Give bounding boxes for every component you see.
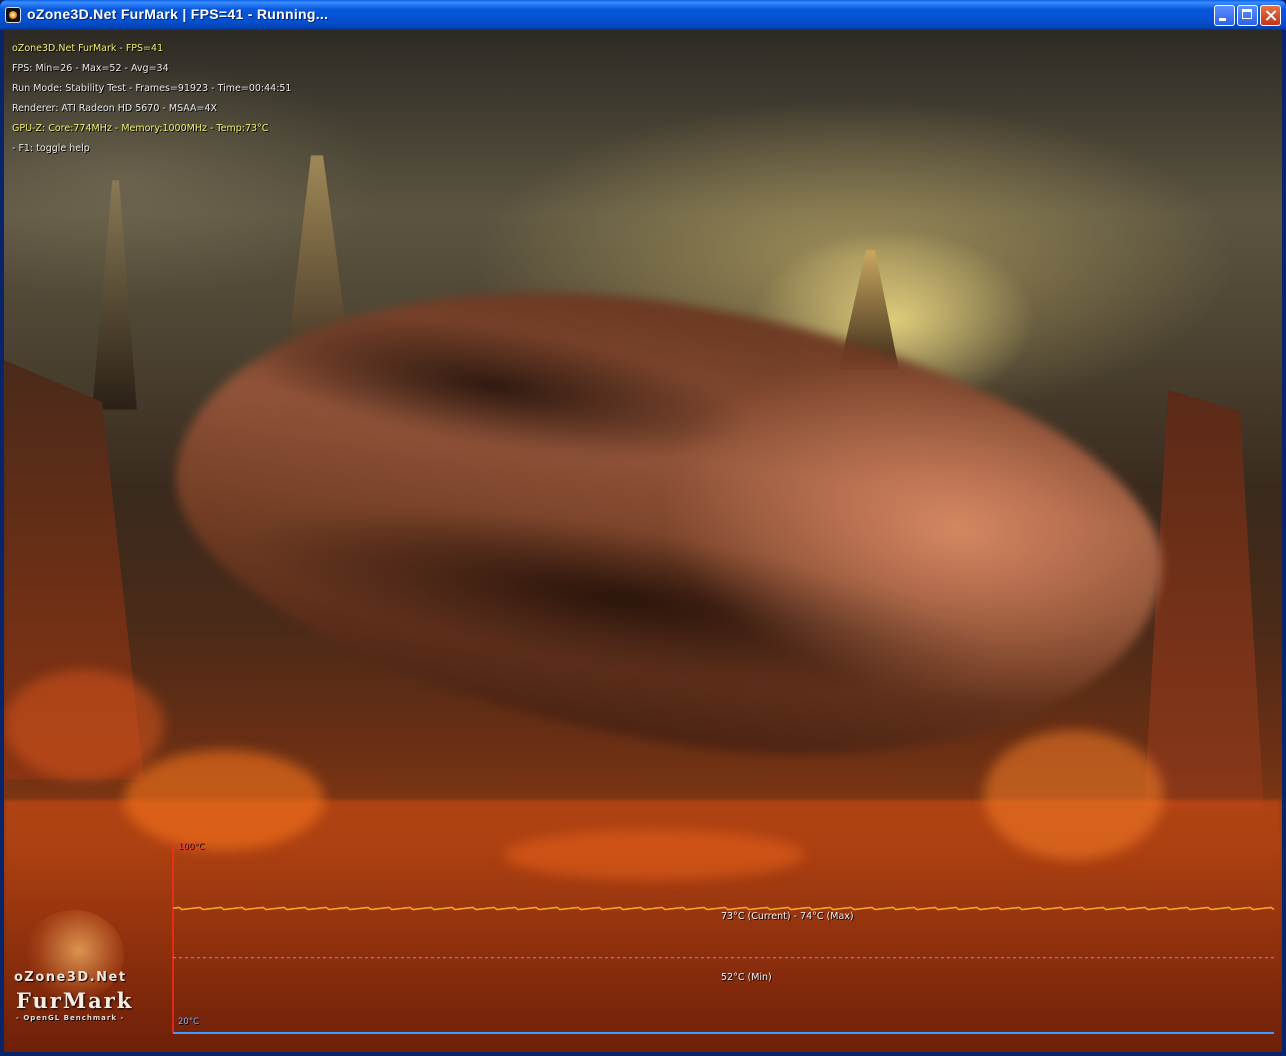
window-title: oZone3D.Net FurMark | FPS=41 - Running..… (27, 6, 329, 22)
graph-current-label: 73°C (Current) - 74°C (Max) (721, 911, 854, 922)
title-bar[interactable]: oZone3D.Net FurMark | FPS=41 - Running..… (0, 0, 1286, 30)
logo-subtitle: - OpenGL Benchmark - (16, 1014, 125, 1022)
render-viewport[interactable]: oZone3D.Net FurMark - FPS=41 FPS: Min=26… (4, 30, 1282, 1052)
furmark-window: oZone3D.Net FurMark | FPS=41 - Running..… (0, 0, 1286, 1056)
graph-temperature-line (172, 906, 1275, 911)
furmark-app-icon[interactable] (5, 7, 21, 23)
logo-swirl-icon (24, 910, 124, 1000)
close-button[interactable] (1260, 5, 1281, 26)
graph-min-label: 52°C (Min) (721, 972, 772, 983)
maximize-button[interactable] (1237, 5, 1258, 26)
graph-axis-max-label: 100°C (178, 842, 205, 852)
furmark-logo: oZone3D.Net FurMark - OpenGL Benchmark - (12, 910, 147, 1050)
graph-axis-min-label: 20°C (178, 1017, 200, 1027)
minimize-button[interactable] (1214, 5, 1235, 26)
logo-ozone3d-text: oZone3D.Net (14, 970, 127, 985)
temperature-graph (172, 845, 1275, 1034)
logo-furmark-text: FurMark (16, 988, 134, 1013)
